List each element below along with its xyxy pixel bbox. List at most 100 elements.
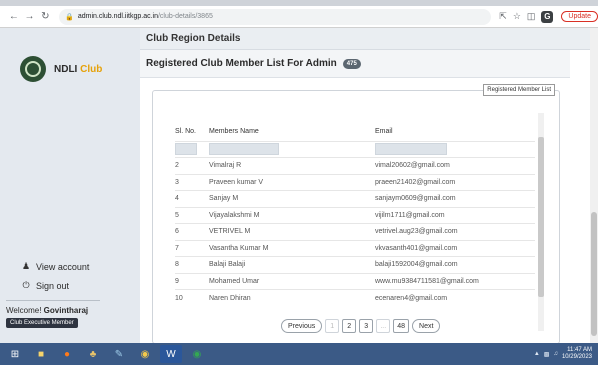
cell-name: Vijayalakshmi M: [209, 206, 375, 224]
user-icon: ♟: [21, 261, 31, 271]
lock-icon: 🔒: [65, 13, 74, 21]
table-scrollbar[interactable]: [538, 113, 544, 331]
list-header: Registered Club Member List For Admin 47…: [140, 50, 570, 78]
cell-sl: 5: [175, 206, 209, 224]
word-icon[interactable]: W: [160, 345, 182, 363]
cell-name: Vasantha Kumar M: [209, 239, 375, 257]
taskbar: ⊞ ■ ● ♣ ✎ ◉ W ◉ ▲ ▩ ♫ 11:47 AM 10/29/202…: [0, 343, 598, 365]
cell-sl: 2: [175, 157, 209, 174]
page-2-button[interactable]: 2: [342, 319, 357, 333]
table-row: 7 Vasantha Kumar M vkvasanth401@gmail.co…: [175, 239, 535, 257]
col-header-name[interactable]: Members Name: [209, 123, 375, 141]
cell-name: Balaji Balaji: [209, 256, 375, 273]
forward-icon[interactable]: →: [22, 9, 38, 25]
main-content: Club Region Details Registered Club Memb…: [140, 28, 598, 344]
system-tray: ▲ ▩ ♫ 11:47 AM 10/29/2023: [534, 347, 598, 361]
view-account-link[interactable]: ♟ View account: [20, 261, 89, 272]
next-button[interactable]: Next: [412, 319, 441, 333]
browser-chrome: ← → ↻ 🔒 admin.club.ndl.iitkgp.ac.in /clu…: [0, 0, 598, 28]
app-icon[interactable]: ♣: [82, 345, 104, 363]
sign-out-link[interactable]: ⏻ Sign out: [20, 280, 69, 291]
welcome-text: Welcome! Govintharaj: [6, 306, 88, 315]
cell-email: www.mu9384711581@gmail.com: [375, 272, 535, 290]
brand-ndli: NDLI: [54, 63, 78, 75]
browser-toolbar: ← → ↻ 🔒 admin.club.ndl.iitkgp.ac.in /clu…: [0, 6, 598, 28]
clock[interactable]: 11:47 AM 10/29/2023: [562, 347, 592, 361]
list-title: Registered Club Member List For Admin: [146, 58, 337, 69]
profile-icon[interactable]: G: [541, 10, 554, 23]
page-3-button[interactable]: 3: [359, 319, 374, 333]
email-filter-input[interactable]: [375, 143, 447, 156]
sign-out-label: Sign out: [36, 280, 70, 291]
back-icon[interactable]: ←: [6, 9, 22, 25]
url-host: admin.club.ndl.iitkgp.ac.in: [77, 13, 158, 20]
sidepanel-icon[interactable]: ◫: [527, 11, 536, 22]
col-header-sl[interactable]: Sl. No.: [175, 123, 209, 141]
cell-name: Sanjay M: [209, 190, 375, 207]
sidebar-divider: [6, 300, 100, 301]
cell-name: Praveen kumar V: [209, 173, 375, 191]
table-row: 6 VETRIVEL M vetrivel.aug23@gmail.com: [175, 223, 535, 240]
volume-icon[interactable]: ♫: [553, 351, 558, 357]
table-row: 10 Naren Dhiran ecenaren4@gmail.com: [175, 289, 535, 306]
members-table: Sl. No. Members Name Email 2 Vimalraj R …: [175, 123, 535, 306]
cell-name: Vimalraj R: [209, 157, 375, 174]
sidebar: NDLI Club ♟ View account ⏻ Sign out Welc…: [0, 28, 140, 343]
role-badge: Club Executive Member: [6, 318, 78, 328]
page-ellipsis: ...: [376, 319, 391, 333]
table-row: 2 Vimalraj R vimal20602@gmail.com: [175, 157, 535, 174]
table-row: 9 Mohamed Umar www.mu9384711581@gmail.co…: [175, 272, 535, 290]
user-name: Govintharaj: [43, 306, 89, 315]
cell-email: ecenaren4@gmail.com: [375, 289, 535, 306]
paint-icon[interactable]: ✎: [108, 345, 130, 363]
reload-icon[interactable]: ↻: [37, 9, 53, 25]
table-row: 3 Praveen kumar V praeen21402@gmail.com: [175, 173, 535, 191]
brand-name: NDLI Club: [54, 64, 102, 75]
chrome-icon[interactable]: ◉: [134, 345, 156, 363]
table-scroll-thumb[interactable]: [538, 137, 544, 297]
cell-email: vimal20602@gmail.com: [375, 157, 535, 174]
cell-sl: 8: [175, 256, 209, 273]
previous-button[interactable]: Previous: [281, 319, 323, 333]
welcome-prefix: Welcome!: [6, 306, 42, 315]
page-scrollbar[interactable]: [590, 28, 598, 343]
cell-sl: 7: [175, 239, 209, 257]
network-icon[interactable]: ▩: [544, 351, 550, 358]
file-explorer-icon[interactable]: ■: [30, 345, 52, 363]
cell-sl: 9: [175, 272, 209, 290]
pagination: Previous 1 2 3 ... 48 Next: [281, 319, 441, 333]
clock-date: 10/29/2023: [561, 354, 592, 360]
share-icon[interactable]: ⇱: [499, 11, 507, 22]
cell-sl: 10: [175, 289, 209, 306]
address-bar[interactable]: 🔒 admin.club.ndl.iitkgp.ac.in /club-deta…: [59, 8, 492, 25]
brand-logo[interactable]: NDLI Club: [20, 56, 102, 82]
bookmark-star-icon[interactable]: ☆: [513, 11, 521, 22]
page-scroll-thumb[interactable]: [591, 212, 597, 336]
view-account-label: View account: [36, 261, 90, 272]
ndli-logo-icon: [20, 56, 46, 82]
cell-email: vkvasanth401@gmail.com: [375, 239, 535, 257]
firefox-icon[interactable]: ●: [56, 345, 78, 363]
brand-club: Club: [80, 63, 103, 75]
cell-email: balaji1592004@gmail.com: [375, 256, 535, 273]
update-button[interactable]: Update: [561, 11, 598, 22]
cell-name: Naren Dhiran: [209, 289, 375, 306]
cell-sl: 6: [175, 223, 209, 240]
table-row: 5 Vijayalakshmi M vijilm1711@gmail.com: [175, 206, 535, 224]
url-path: /club-details/3865: [157, 13, 213, 20]
table-row: 4 Sanjay M sanjaym0609@gmail.com: [175, 190, 535, 207]
name-filter-input[interactable]: [209, 143, 279, 156]
clock-time: 11:47 AM: [567, 347, 592, 353]
col-header-email[interactable]: Email: [375, 123, 535, 141]
tray-arrow-icon[interactable]: ▲: [534, 351, 540, 357]
cell-sl: 3: [175, 173, 209, 191]
sl-filter-input[interactable]: [175, 143, 197, 156]
page-48-button[interactable]: 48: [393, 319, 410, 333]
windows-start-icon[interactable]: ⊞: [4, 345, 26, 363]
cell-name: VETRIVEL M: [209, 223, 375, 240]
cell-sl: 4: [175, 190, 209, 207]
page-1-button[interactable]: 1: [325, 319, 340, 333]
table-row: 8 Balaji Balaji balaji1592004@gmail.com: [175, 256, 535, 273]
chrome-active-icon[interactable]: ◉: [186, 345, 208, 363]
cell-email: vetrivel.aug23@gmail.com: [375, 223, 535, 240]
